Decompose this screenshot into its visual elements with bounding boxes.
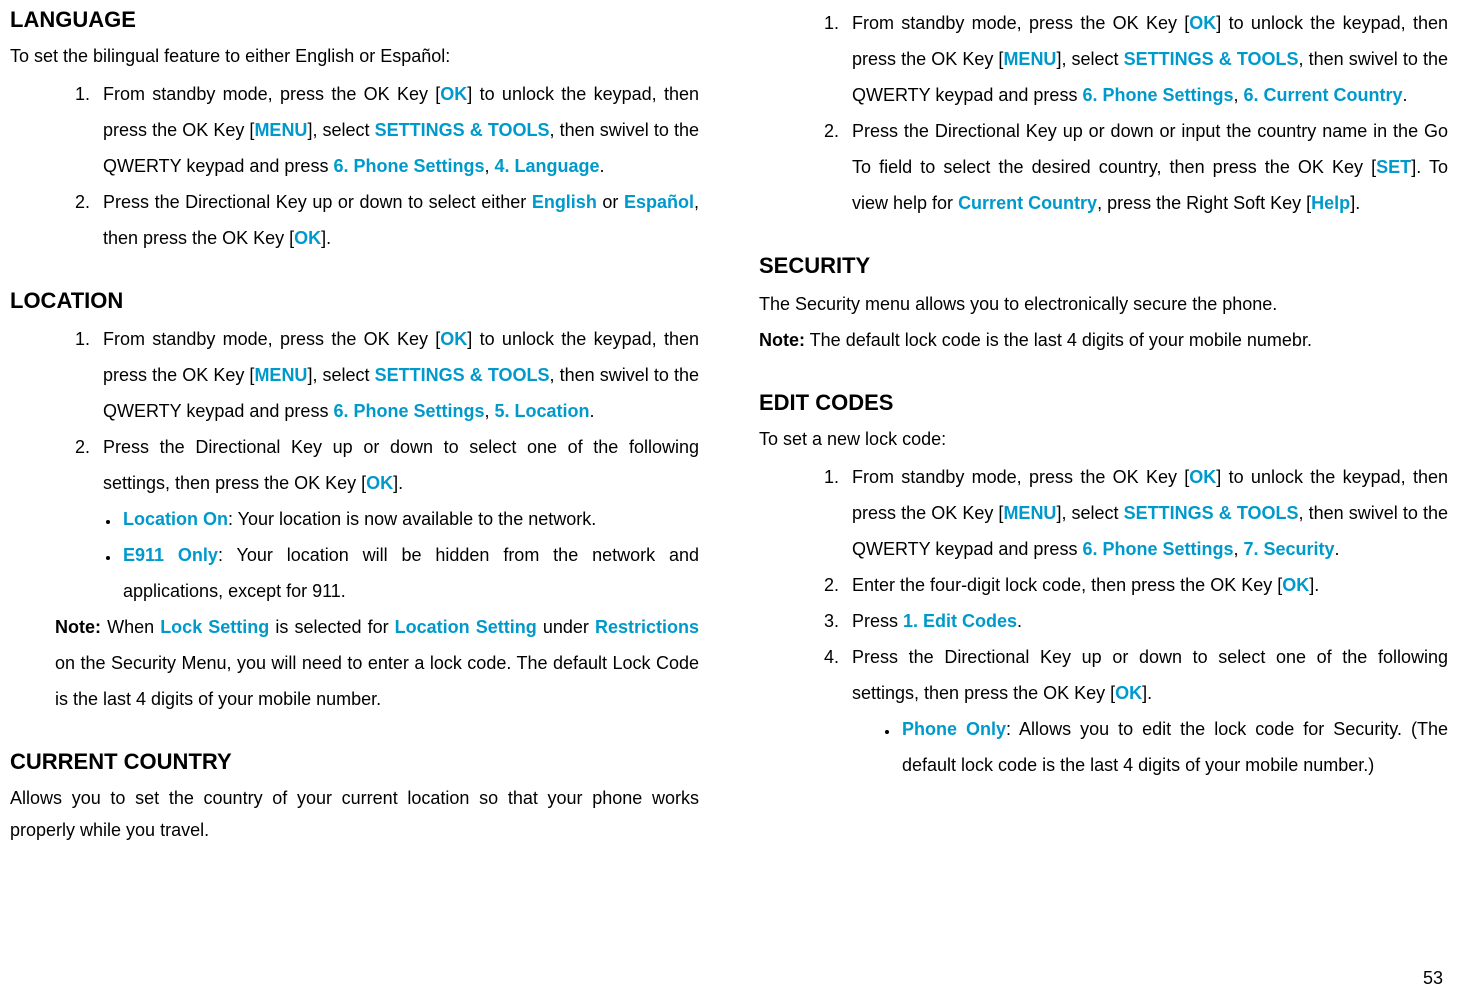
list-item: From standby mode, press the OK Key [OK]… [844,5,1448,113]
edit-codes-intro: To set a new lock code: [759,423,1448,455]
edit-codes-steps: From standby mode, press the OK Key [OK]… [759,459,1448,711]
ok-label: OK [1282,575,1309,595]
list-item: Press 1. Edit Codes. [844,603,1448,639]
list-item: Enter the four-digit lock code, then pre… [844,567,1448,603]
left-column: LANGUAGE To set the bilingual feature to… [10,5,699,851]
security-intro: The Security menu allows you to electron… [759,286,1448,322]
list-item: Location On: Your location is now availa… [120,501,699,537]
edit-codes-bullets: Phone Only: Allows you to edit the lock … [759,711,1448,783]
set-label: SET [1376,157,1411,177]
location-option-label: 5. Location [495,401,590,421]
espanol-label: Español [624,192,694,212]
current-country-label: Current Country [958,193,1097,213]
settings-label: SETTINGS & TOOLS [1124,503,1299,523]
lock-setting-label: Lock Setting [160,617,269,637]
location-setting-label: Location Setting [395,617,537,637]
help-label: Help [1311,193,1350,213]
ok-label: OK [440,84,467,104]
edit-codes-heading: EDIT CODES [759,388,1448,419]
note-label: Note: [759,330,805,350]
list-item: Press the Directional Key up or down to … [844,639,1448,711]
location-steps: From standby mode, press the OK Key [OK]… [10,321,699,501]
page-number: 53 [1423,960,1443,996]
settings-label: SETTINGS & TOOLS [375,120,550,140]
list-item: Press the Directional Key up or down to … [95,429,699,501]
menu-label: MENU [1003,49,1056,69]
language-option-label: 4. Language [495,156,600,176]
phone-settings-label: 6. Phone Settings [333,156,484,176]
e911-label: E911 Only [123,545,218,565]
location-note: Note: When Lock Setting is selected for … [10,609,699,717]
right-column: From standby mode, press the OK Key [OK]… [759,5,1448,851]
list-item: Press the Directional Key up or down or … [844,113,1448,221]
language-steps: From standby mode, press the OK Key [OK]… [10,76,699,256]
phone-settings-label: 6. Phone Settings [1082,85,1233,105]
current-country-option-label: 6. Current Country [1244,85,1403,105]
current-country-steps: From standby mode, press the OK Key [OK]… [759,5,1448,221]
list-item: E911 Only: Your location will be hidden … [120,537,699,609]
menu-label: MENU [254,365,307,385]
language-intro: To set the bilingual feature to either E… [10,40,699,72]
ok-label: OK [366,473,393,493]
location-bullets: Location On: Your location is now availa… [10,501,699,609]
english-label: English [532,192,597,212]
ok-label: OK [1189,13,1216,33]
edit-codes-option-label: 1. Edit Codes [903,611,1017,631]
list-item: From standby mode, press the OK Key [OK]… [844,459,1448,567]
list-item: From standby mode, press the OK Key [OK]… [95,321,699,429]
settings-label: SETTINGS & TOOLS [375,365,550,385]
ok-label: OK [440,329,467,349]
phone-settings-label: 6. Phone Settings [1082,539,1233,559]
current-country-heading: CURRENT COUNTRY [10,747,699,778]
ok-label: OK [294,228,321,248]
security-note: Note: The default lock code is the last … [759,322,1448,358]
security-heading: SECURITY [759,251,1448,282]
note-label: Note: [55,617,101,637]
settings-label: SETTINGS & TOOLS [1124,49,1299,69]
ok-label: OK [1189,467,1216,487]
phone-settings-label: 6. Phone Settings [333,401,484,421]
restrictions-label: Restrictions [595,617,699,637]
ok-label: OK [1115,683,1142,703]
phone-only-label: Phone Only [902,719,1006,739]
location-on-label: Location On [123,509,228,529]
list-item: Phone Only: Allows you to edit the lock … [899,711,1448,783]
language-heading: LANGUAGE [10,5,699,36]
security-option-label: 7. Security [1244,539,1335,559]
current-country-intro: Allows you to set the country of your cu… [10,782,699,847]
list-item: From standby mode, press the OK Key [OK]… [95,76,699,184]
location-heading: LOCATION [10,286,699,317]
two-column-layout: LANGUAGE To set the bilingual feature to… [10,5,1448,851]
menu-label: MENU [1003,503,1056,523]
menu-label: MENU [254,120,307,140]
list-item: Press the Directional Key up or down to … [95,184,699,256]
